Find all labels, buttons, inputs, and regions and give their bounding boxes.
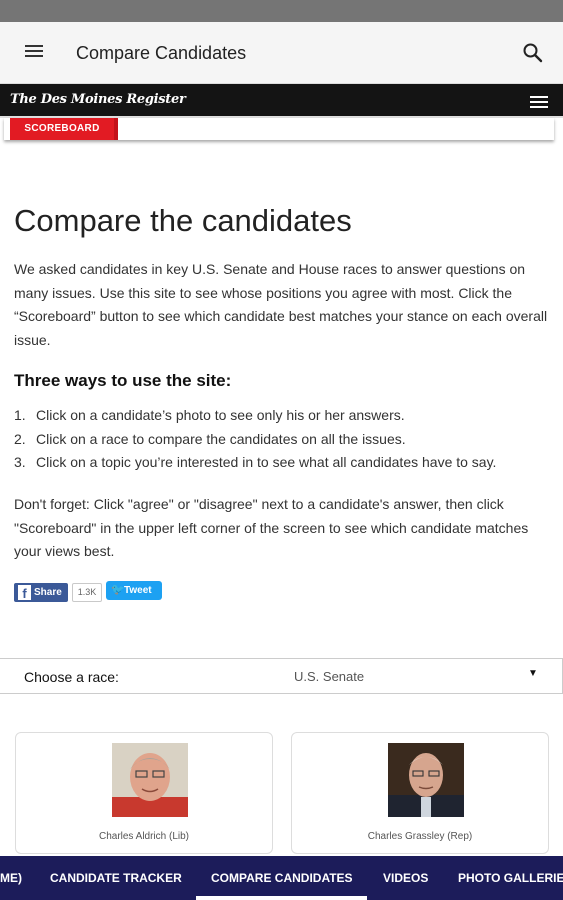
list-item-text: Click on a topic you’re interested in to… <box>36 454 497 470</box>
list-item: 3. Click on a topic you’re interested in … <box>14 451 549 475</box>
candidate-photo[interactable] <box>112 743 188 817</box>
list-item: 1. Click on a candidate’s photo to see on… <box>14 404 549 428</box>
candidate-card-aldrich[interactable]: Charles Aldrich (Lib) <box>15 732 273 854</box>
section-nav: ME) CANDIDATE TRACKER COMPARE CANDIDATES… <box>0 856 563 900</box>
status-bar <box>0 0 563 22</box>
facebook-icon: f <box>18 585 31 601</box>
nav-item-photo-galleries[interactable]: PHOTO GALLERIES <box>458 871 563 885</box>
nav-item-videos[interactable]: VIDEOS <box>383 871 428 885</box>
race-selector-value[interactable]: U.S. Senate <box>294 669 364 684</box>
app-bar: Compare Candidates <box>0 22 563 84</box>
scoreboard-strip: SCOREBOARD <box>4 118 554 140</box>
scoreboard-button[interactable]: SCOREBOARD <box>10 118 118 140</box>
active-tab-indicator <box>196 896 367 900</box>
candidate-name: Charles Aldrich (Lib) <box>98 831 190 842</box>
ways-heading: Three ways to use the site: <box>14 371 232 390</box>
list-item-text: Click on a candidate’s photo to see only… <box>36 407 405 423</box>
nav-item-compare-candidates[interactable]: COMPARE CANDIDATES <box>211 871 353 885</box>
facebook-share-label: Share <box>34 587 62 598</box>
app-title: Compare Candidates <box>76 43 247 63</box>
tweet-label: Tweet <box>124 585 152 596</box>
list-item-number: 1. <box>14 407 26 423</box>
candidate-name: Charles Grassley (Rep) <box>367 831 473 842</box>
twitter-bird-icon: 🐦 <box>111 584 125 596</box>
search-icon[interactable] <box>520 40 546 66</box>
list-item-text: Click on a race to compare the candidate… <box>36 430 406 447</box>
menu-icon[interactable] <box>22 42 46 64</box>
publisher-logo[interactable]: The Des Moines Register <box>10 92 186 107</box>
facebook-share-button[interactable]: f Share <box>14 583 68 602</box>
list-item-number: 3. <box>14 454 26 470</box>
candidate-photo[interactable] <box>388 743 464 817</box>
intro-text: We asked candidates in key U.S. Senate a… <box>14 261 548 348</box>
dropdown-caret-icon[interactable]: ▼ <box>528 668 538 679</box>
publisher-bar: The Des Moines Register <box>0 84 563 118</box>
nav-item-candidate-tracker[interactable]: CANDIDATE TRACKER <box>50 871 182 885</box>
ways-list: 1. Click on a candidate’s photo to see on… <box>14 404 549 475</box>
list-item: 2. Click on a race to compare the candida… <box>14 428 549 452</box>
page-title: Compare the candidates <box>14 203 352 238</box>
facebook-share-count: 1.3K <box>72 583 102 602</box>
candidate-card-grassley[interactable]: Charles Grassley (Rep) <box>291 732 549 854</box>
reminder-text: Don't forget: Click "agree" or "disagree… <box>14 496 529 559</box>
publisher-menu-icon[interactable] <box>530 93 552 111</box>
nav-item-home[interactable]: ME) <box>0 871 22 885</box>
tweet-button[interactable]: 🐦 Tweet <box>106 581 162 600</box>
race-selector-label: Choose a race: <box>24 669 119 685</box>
list-item-number: 2. <box>14 430 26 447</box>
race-selector[interactable]: Choose a race: U.S. Senate ▼ <box>0 658 563 694</box>
